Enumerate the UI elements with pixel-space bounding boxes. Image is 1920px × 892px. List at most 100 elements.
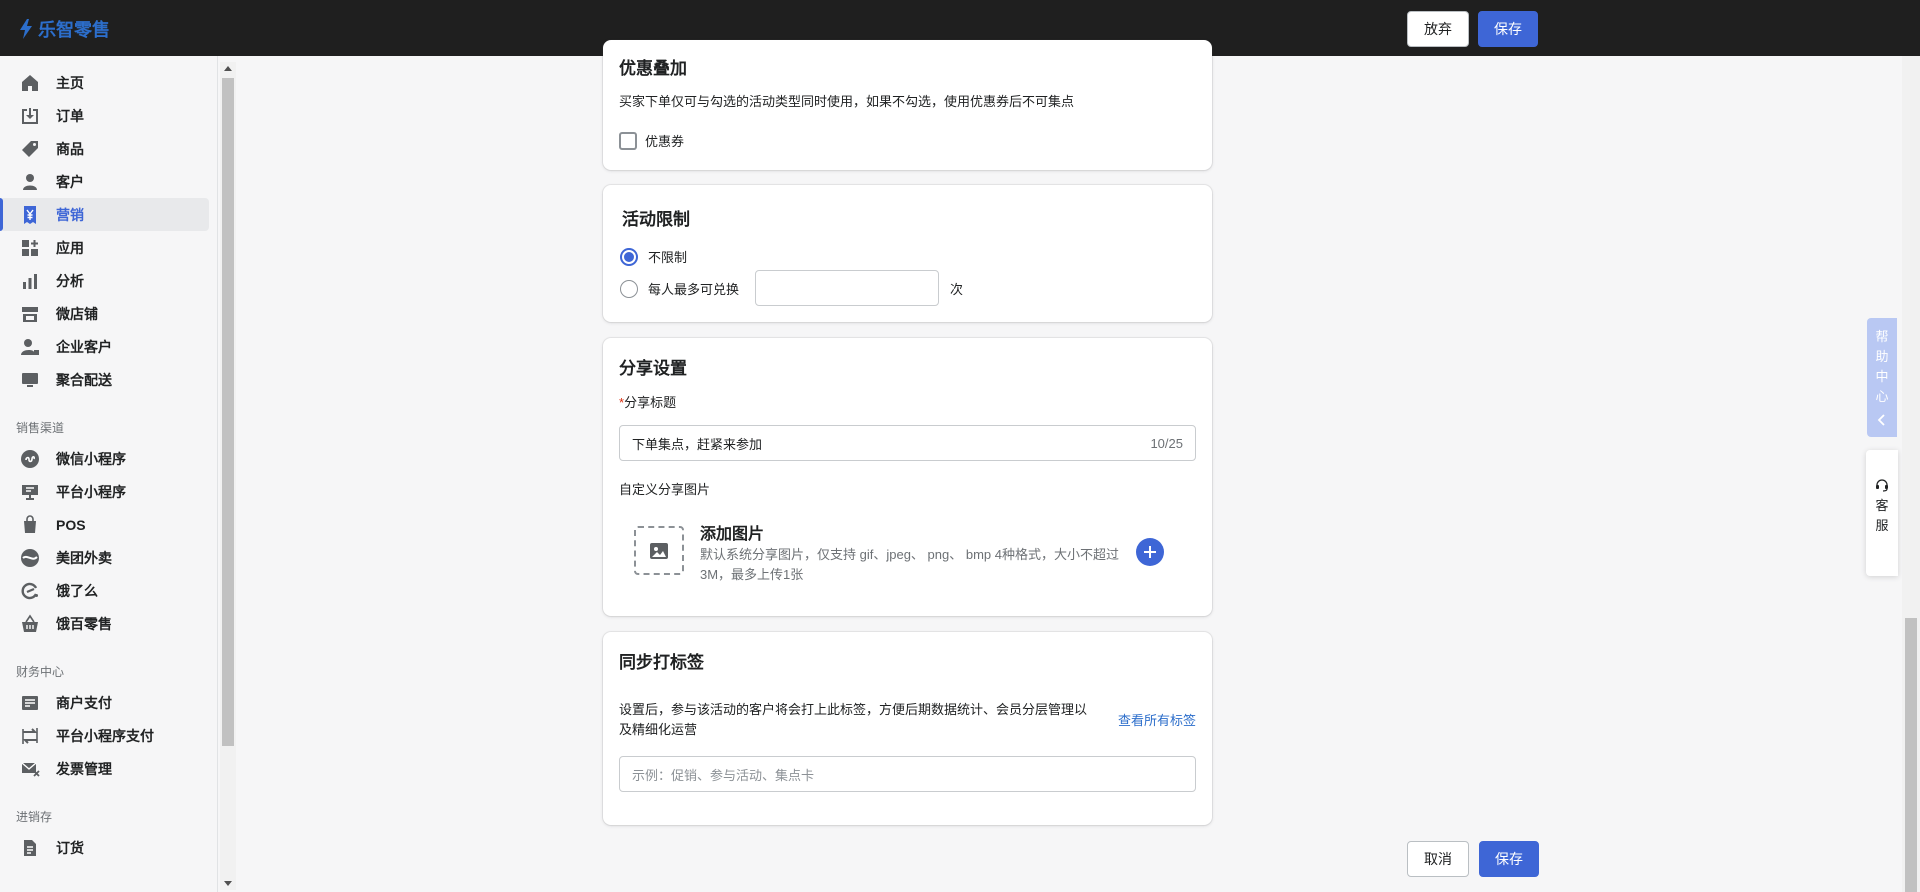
card-title: 同步打标签 [619,653,704,672]
mini-program-icon [20,449,40,469]
tag-description: 设置后，参与该活动的客户将会打上此标签，方便后期数据统计、会员分层管理以及精细化… [619,702,1088,737]
sidebar-scrollbar[interactable] [220,62,236,890]
card-description: 买家下单仅可与勾选的活动类型同时使用，如果不勾选，使用优惠券后不可集点 [619,94,1075,109]
radio-unlimited-label: 不限制 [648,250,688,265]
tag-icon [20,139,40,159]
top-actions: 放弃 保存 [1407,11,1538,47]
chevron-left-icon [1877,414,1885,426]
document-icon [20,838,40,858]
sidebar-item-home[interactable]: 主页 [0,66,209,99]
help-char: 心 [1875,389,1889,404]
sidebar-item-label: 订单 [56,107,84,124]
section-title-inventory: 进销存 [16,810,53,824]
sidebar-item-label: 应用 [56,239,84,256]
limit-unit-label: 次 [950,282,964,297]
sidebar-item-label: 饿了么 [56,582,98,599]
sidebar-item-business-customers[interactable]: 企业客户 [0,330,209,363]
sidebar-item-label: 主页 [56,74,84,91]
share-title-input[interactable]: 下单集点，赶紧来参加 10/25 [619,425,1196,461]
customer-service-tab[interactable]: 客 服 [1866,450,1898,576]
sidebar-item-merchant-payment[interactable]: 商户支付 [0,686,209,719]
basket-icon [20,614,40,634]
sidebar-item-label: 平台小程序 [56,483,126,500]
sidebar: 主页 订单 商品 客户 营销 应用 分析 微店铺 企业客户 聚合配送 销售渠道 … [0,56,218,892]
sidebar-item-analytics[interactable]: 分析 [0,264,209,297]
sidebar-item-delivery[interactable]: 聚合配送 [0,363,209,396]
add-image-button[interactable] [1136,538,1164,566]
meituan-icon [20,548,40,568]
monitor-icon [20,370,40,390]
cs-char: 服 [1875,518,1889,533]
sidebar-item-label: 发票管理 [56,760,112,777]
sidebar-item-invoice[interactable]: 发票管理 [0,752,209,785]
scroll-up-arrow-icon[interactable] [224,66,232,71]
scroll-down-arrow-icon[interactable] [224,881,232,886]
sidebar-item-customers[interactable]: 客户 [0,165,209,198]
business-customer-icon [20,337,40,357]
sidebar-item-label: 企业客户 [56,338,112,355]
sidebar-item-label: 平台小程序支付 [56,727,154,744]
home-icon [20,73,40,93]
help-center-tab[interactable]: 帮 助 中 心 [1867,318,1897,437]
main-scrollbar[interactable] [1902,56,1920,892]
sidebar-item-label: 客户 [56,173,84,190]
sidebar-scroll-thumb[interactable] [222,78,234,746]
cancel-button[interactable]: 取消 [1407,841,1469,877]
invoice-icon [20,759,40,779]
per-person-limit-input[interactable] [755,270,939,306]
brand-mark-icon [20,19,32,39]
coupon-checkbox[interactable] [619,131,637,150]
radio-unlimited[interactable] [620,247,638,266]
share-title-label: 分享标题 [624,395,677,410]
card-title: 优惠叠加 [619,59,687,78]
image-icon [650,542,668,559]
sidebar-item-platform-mini[interactable]: 平台小程序 [0,475,209,508]
sidebar-item-wechat-mini[interactable]: 微信小程序 [0,442,209,475]
share-settings-card: 分享设置 *分享标题 下单集点，赶紧来参加 10/25 自定义分享图片 添加图片… [603,338,1212,616]
payment-icon [20,693,40,713]
bottom-actions: 取消 保存 [1407,841,1539,877]
yen-icon [20,205,40,225]
card-title: 活动限制 [622,210,690,229]
sidebar-item-ebai[interactable]: 饿百零售 [0,607,209,640]
main-scroll-thumb[interactable] [1905,618,1917,892]
headset-icon [1876,479,1888,492]
brand-logo[interactable]: 乐智零售 [18,16,110,42]
radio-per-person-row[interactable]: 每人最多可兑换 [620,279,739,298]
sidebar-item-label: 分析 [56,272,84,289]
sidebar-item-marketing[interactable]: 营销 [0,198,209,231]
sidebar-item-apps[interactable]: 应用 [0,231,209,264]
activity-limit-card: 活动限制 不限制 每人最多可兑换 次 [603,185,1212,322]
sidebar-item-eleme[interactable]: 饿了么 [0,574,209,607]
sidebar-item-products[interactable]: 商品 [0,132,209,165]
sidebar-item-platform-payment[interactable]: 平台小程序支付 [0,719,209,752]
char-count: 10/25 [1150,435,1183,451]
pos-bag-icon [20,514,40,535]
radio-unlimited-row[interactable]: 不限制 [620,247,687,266]
sidebar-item-ordering[interactable]: 订货 [0,831,209,864]
help-char: 帮 [1875,329,1889,344]
platform-icon [20,482,40,502]
sidebar-item-label: 商品 [56,140,84,157]
coupon-checkbox-row[interactable]: 优惠券 [619,131,684,150]
discount-stack-card: 优惠叠加 买家下单仅可与勾选的活动类型同时使用，如果不勾选，使用优惠券后不可集点… [603,40,1212,170]
help-char: 中 [1875,369,1889,384]
view-all-tags-link[interactable]: 查看所有标签 [1118,710,1196,729]
sidebar-item-orders[interactable]: 订单 [0,99,209,132]
eleme-icon [20,581,40,601]
sidebar-item-label: 订货 [56,839,84,856]
sidebar-item-store[interactable]: 微店铺 [0,297,209,330]
sidebar-item-meituan[interactable]: 美团外卖 [0,541,209,574]
orders-icon [20,106,40,126]
discard-button[interactable]: 放弃 [1407,11,1469,47]
brand-name: 乐智零售 [38,20,110,40]
tag-input[interactable]: 示例：促销、参与活动、集点卡 [619,756,1196,792]
image-placeholder[interactable] [634,526,684,575]
custom-image-label: 自定义分享图片 [619,482,711,497]
bottom-save-button[interactable]: 保存 [1479,841,1539,877]
tag-input-placeholder: 示例：促销、参与活动、集点卡 [632,767,815,783]
sidebar-item-label: 美团外卖 [56,549,112,566]
sidebar-item-pos[interactable]: POS [0,508,209,541]
top-save-button[interactable]: 保存 [1478,11,1538,47]
radio-per-person[interactable] [620,279,638,298]
